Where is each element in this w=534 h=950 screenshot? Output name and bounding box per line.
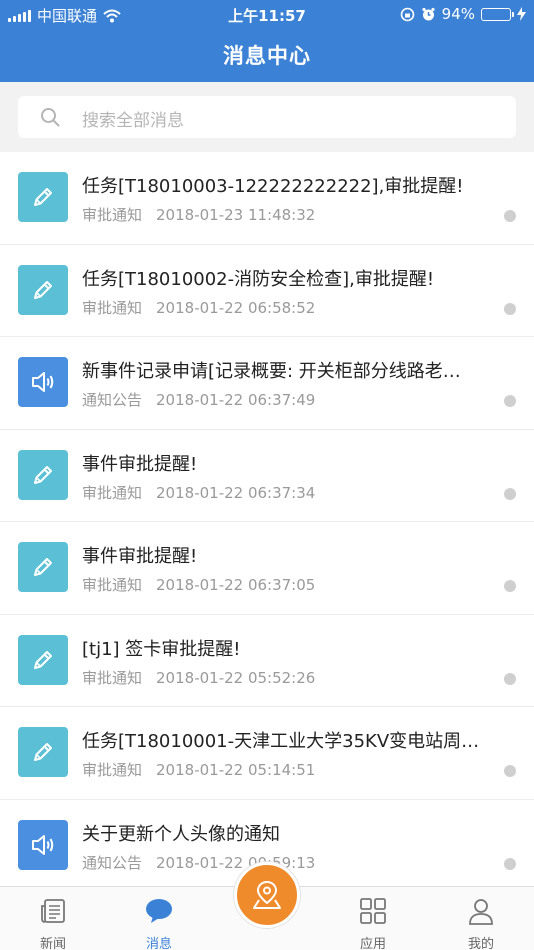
tab-label: 我的: [467, 937, 494, 950]
message-category: 审批通知: [82, 206, 143, 224]
unread-dot: [504, 210, 516, 222]
pencil-icon: [34, 465, 52, 484]
pencil-icon: [34, 558, 52, 576]
search-placeholder: 搜索全部消息: [82, 111, 184, 131]
message-meta: 审批通知 2018-01-22 05:52:26: [82, 667, 315, 688]
grid-icon: [360, 898, 386, 924]
search-input[interactable]: 搜索全部消息: [18, 96, 516, 138]
message-category: 审批通知: [82, 298, 143, 317]
message-category: 通知公告: [82, 853, 143, 872]
tab-messages[interactable]: 消息: [106, 887, 212, 950]
message-type-badge: [18, 264, 68, 315]
battery-percent: 94%: [441, 5, 475, 23]
battery-icon: [481, 7, 514, 21]
message-time: 2018-01-22 05:52:26: [156, 668, 316, 687]
unread-dot: [504, 487, 516, 500]
chat-bubble-icon: [146, 899, 172, 923]
message-row[interactable]: 任务[T18010001-天津工业大学35KV变电站周… 审批通知 2018-01-…: [0, 707, 534, 800]
pencil-icon: [34, 743, 52, 761]
rotation-lock-icon: [400, 7, 414, 21]
message-row[interactable]: [tj1] 签卡审批提醒! 审批通知 2018-01-22 05:52:26: [0, 615, 534, 707]
message-row[interactable]: 事件审批提醒! 审批通知 2018-01-22 06:37:05: [0, 522, 534, 615]
message-title: 事件审批提醒!: [82, 546, 198, 567]
message-category: 审批通知: [82, 761, 143, 779]
unread-dot: [504, 857, 516, 870]
status-bar: 中国联通 上午11:57 94%: [0, 0, 534, 28]
message-type-badge: [18, 449, 68, 500]
tab-news[interactable]: 新闻: [0, 887, 106, 950]
page-title: 消息中心: [223, 44, 311, 68]
message-category: 审批通知: [82, 483, 143, 502]
tab-profile[interactable]: 我的: [428, 887, 534, 950]
message-meta: 通知公告 2018-01-22 06:37:49: [82, 389, 315, 410]
message-meta: 审批通知 2018-01-22 06:37:05: [82, 574, 315, 595]
message-row[interactable]: 任务[T18010002-消防安全检查],审批提醒! 审批通知 2018-01-22…: [0, 245, 534, 337]
message-title: 任务[T18010003-122222222222],审批提醒!: [82, 176, 464, 197]
message-title: [tj1] 签卡审批提醒!: [82, 638, 241, 660]
top-bar: 中国联通 上午11:57 94% 消息中心: [0, 0, 534, 82]
tab-apps[interactable]: 应用: [320, 887, 426, 950]
pencil-icon: [34, 188, 52, 206]
person-icon: [469, 899, 493, 925]
message-type-badge: [18, 542, 68, 592]
search-icon: [41, 108, 60, 127]
message-meta: 审批通知 2018-01-22 06:58:52: [82, 297, 315, 318]
tab-label: 消息: [145, 937, 172, 950]
map-location-icon: [253, 880, 281, 909]
charging-icon: [517, 7, 526, 21]
alarm-icon: [422, 7, 435, 20]
message-type-badge: [18, 634, 68, 685]
unread-dot: [504, 302, 516, 315]
tab-label: 新闻: [39, 937, 66, 950]
message-time: 2018-01-22 06:37:49: [156, 391, 316, 409]
message-time: 2018-01-22 06:58:52: [156, 298, 316, 317]
message-type-badge: [18, 172, 68, 222]
message-row[interactable]: 新事件记录申请[记录概要: 开关柜部分线路老… 通知公告 2018-01-22 06…: [0, 337, 534, 430]
unread-dot: [504, 765, 516, 777]
message-meta: 审批通知 2018-01-22 05:14:51: [82, 759, 315, 780]
unread-dot: [504, 395, 516, 407]
message-category: 审批通知: [82, 576, 143, 594]
message-time: 2018-01-22 00:59:13: [156, 853, 316, 872]
message-row[interactable]: 任务[T18010003-122222222222],审批提醒! 审批通知 2018…: [0, 152, 534, 245]
message-row[interactable]: 事件审批提醒! 审批通知 2018-01-22 06:37:34: [0, 430, 534, 522]
message-time: 2018-01-22 06:37:34: [156, 483, 316, 502]
speaker-icon: [32, 834, 54, 855]
pencil-icon: [34, 650, 52, 669]
message-title: 事件审批提醒!: [82, 453, 198, 475]
message-title: 新事件记录申请[记录概要: 开关柜部分线路老…: [82, 361, 461, 382]
pencil-icon: [34, 280, 52, 299]
unread-dot: [504, 672, 516, 685]
message-time: 2018-01-22 05:14:51: [156, 761, 316, 779]
message-title: 关于更新个人头像的通知: [82, 823, 280, 845]
message-category: 通知公告: [82, 391, 143, 409]
message-title: 任务[T18010002-消防安全检查],审批提醒!: [82, 268, 435, 290]
message-type-badge: [18, 357, 68, 407]
news-icon: [41, 899, 65, 923]
message-title: 任务[T18010001-天津工业大学35KV变电站周…: [82, 731, 480, 752]
message-category: 审批通知: [82, 668, 143, 687]
message-time: 2018-01-22 06:37:05: [156, 576, 316, 594]
unread-dot: [504, 580, 516, 592]
message-type-badge: [18, 819, 68, 870]
search-area: 搜索全部消息: [0, 82, 534, 152]
tab-label: 应用: [359, 937, 386, 950]
speaker-icon: [32, 372, 54, 392]
message-type-badge: [18, 727, 68, 777]
map-location-button[interactable]: [234, 862, 300, 928]
message-list: 任务[T18010003-122222222222],审批提醒! 审批通知 2018…: [0, 152, 534, 886]
message-meta: 审批通知 2018-01-22 06:37:34: [82, 482, 315, 503]
message-meta: 审批通知 2018-01-23 11:48:32: [82, 204, 315, 225]
message-time: 2018-01-23 11:48:32: [156, 206, 316, 224]
